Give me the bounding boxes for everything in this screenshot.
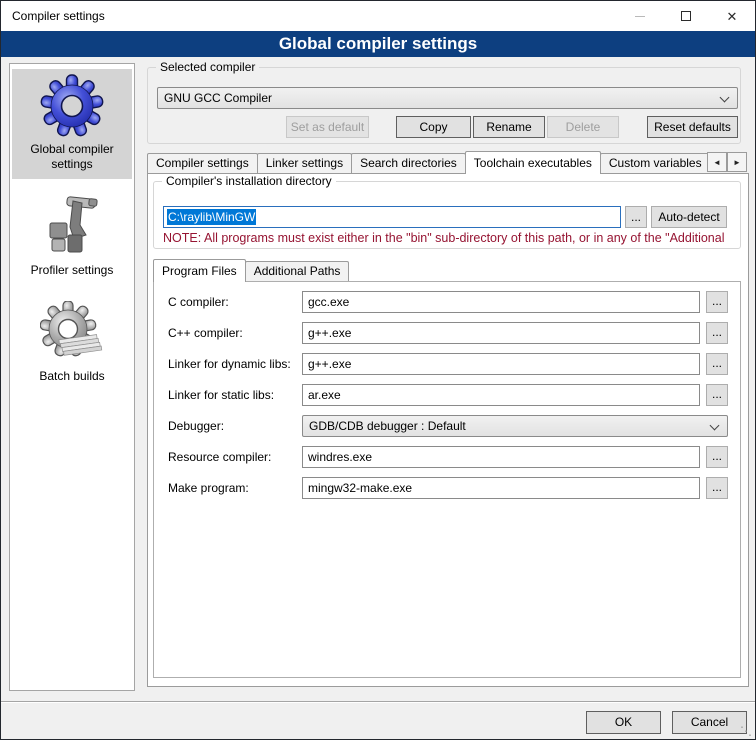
tab-toolchain-executables[interactable]: Toolchain executables — [465, 151, 601, 174]
field-label: Resource compiler: — [168, 450, 271, 464]
debugger-select[interactable]: GDB/CDB debugger : Default — [302, 415, 728, 437]
static-linker-browse-button[interactable]: ... — [706, 384, 728, 406]
field-row-dynamic-linker: Linker for dynamic libs: ... — [154, 353, 740, 375]
tab-compiler-settings[interactable]: Compiler settings — [147, 153, 258, 174]
field-label: Linker for dynamic libs: — [168, 357, 291, 371]
gear-stack-icon — [40, 301, 104, 365]
tab-custom-variables[interactable]: Custom variables — [600, 153, 707, 174]
minimize-icon — [635, 16, 645, 17]
field-row-c-compiler: C compiler: ... — [154, 291, 740, 313]
autodetect-button[interactable]: Auto-detect — [651, 206, 727, 228]
dynamic-linker-input[interactable] — [302, 353, 700, 375]
install-dir-note: NOTE: All programs must exist either in … — [163, 231, 735, 246]
install-dir-group-label: Compiler's installation directory — [162, 174, 336, 188]
subtab-program-files[interactable]: Program Files — [153, 259, 246, 282]
copy-button[interactable]: Copy — [396, 116, 471, 138]
cpp-compiler-browse-button[interactable]: ... — [706, 322, 728, 344]
tab-scroll-buttons: ◄ ► — [707, 152, 747, 172]
selected-compiler-group-label: Selected compiler — [156, 60, 259, 74]
settings-sidebar: Global compiler settings Profiler settin… — [9, 63, 135, 691]
sidebar-item-profiler-settings[interactable]: Profiler settings — [12, 190, 132, 285]
cpp-compiler-input[interactable] — [302, 322, 700, 344]
set-as-default-button: Set as default — [286, 116, 369, 138]
sidebar-item-global-compiler-settings[interactable]: Global compiler settings — [12, 69, 132, 179]
static-linker-input[interactable] — [302, 384, 700, 406]
close-button[interactable]: ✕ — [709, 1, 755, 31]
field-label: C++ compiler: — [168, 326, 243, 340]
field-label: Debugger: — [168, 419, 224, 433]
sidebar-item-label: Global compiler settings — [14, 142, 130, 172]
delete-button: Delete — [547, 116, 619, 138]
caption-buttons: ✕ — [617, 1, 755, 31]
compiler-select-value: GNU GCC Compiler — [164, 91, 272, 105]
install-dir-input[interactable]: C:\raylib\MinGW — [163, 206, 621, 228]
minimize-button — [617, 1, 663, 31]
resource-compiler-browse-button[interactable]: ... — [706, 446, 728, 468]
field-row-static-linker: Linker for static libs: ... — [154, 384, 740, 406]
tab-search-directories[interactable]: Search directories — [351, 153, 466, 174]
resource-compiler-input[interactable] — [302, 446, 700, 468]
page-title: Global compiler settings — [1, 31, 755, 57]
field-row-debugger: Debugger: GDB/CDB debugger : Default — [154, 415, 740, 437]
chevron-down-icon — [710, 421, 720, 431]
window-title: Compiler settings — [12, 1, 105, 31]
tab-linker-settings[interactable]: Linker settings — [257, 153, 352, 174]
field-label: Make program: — [168, 481, 249, 495]
close-icon: ✕ — [727, 10, 738, 23]
install-dir-browse-button[interactable]: ... — [625, 206, 647, 228]
compiler-settings-window: Compiler settings ✕ Global compiler sett… — [0, 0, 756, 740]
compiler-select[interactable]: GNU GCC Compiler — [157, 87, 738, 109]
c-compiler-input[interactable] — [302, 291, 700, 313]
sidebar-item-label: Batch builds — [14, 369, 130, 384]
settings-tabstrip: Compiler settingsLinker settingsSearch d… — [147, 151, 707, 174]
cancel-button[interactable]: Cancel — [672, 711, 747, 734]
reset-defaults-button[interactable]: Reset defaults — [647, 116, 738, 138]
install-dir-selected-text: C:\raylib\MinGW — [167, 209, 256, 225]
gear-blue-icon — [40, 74, 104, 138]
make-program-input[interactable] — [302, 477, 700, 499]
tab-scroll-left-button[interactable]: ◄ — [707, 152, 727, 172]
ok-button[interactable]: OK — [586, 711, 661, 734]
field-label: C compiler: — [168, 295, 229, 309]
maximize-icon — [681, 11, 691, 21]
resize-grip[interactable]: ⋱ — [740, 724, 752, 738]
footer-divider — [1, 701, 755, 703]
make-program-browse-button[interactable]: ... — [706, 477, 728, 499]
maximize-button[interactable] — [663, 1, 709, 31]
field-label: Linker for static libs: — [168, 388, 274, 402]
subtab-additional-paths[interactable]: Additional Paths — [245, 261, 350, 282]
chevron-down-icon — [720, 93, 730, 103]
tab-scroll-right-button[interactable]: ► — [727, 152, 747, 172]
sidebar-item-label: Profiler settings — [14, 263, 130, 278]
rename-button[interactable]: Rename — [473, 116, 545, 138]
title-bar[interactable]: Compiler settings ✕ — [1, 1, 755, 31]
field-row-make-program: Make program: ... — [154, 477, 740, 499]
debugger-select-value: GDB/CDB debugger : Default — [309, 419, 466, 433]
c-compiler-browse-button[interactable]: ... — [706, 291, 728, 313]
field-row-resource-compiler: Resource compiler: ... — [154, 446, 740, 468]
dynamic-linker-browse-button[interactable]: ... — [706, 353, 728, 375]
field-row-cpp-compiler: C++ compiler: ... — [154, 322, 740, 344]
program-files-panel: C compiler: ... C++ compiler: ... Linker… — [153, 281, 741, 678]
sidebar-item-batch-builds[interactable]: Batch builds — [12, 296, 132, 391]
caliper-icon — [40, 195, 104, 259]
files-subtabstrip: Program FilesAdditional Paths — [153, 259, 348, 282]
